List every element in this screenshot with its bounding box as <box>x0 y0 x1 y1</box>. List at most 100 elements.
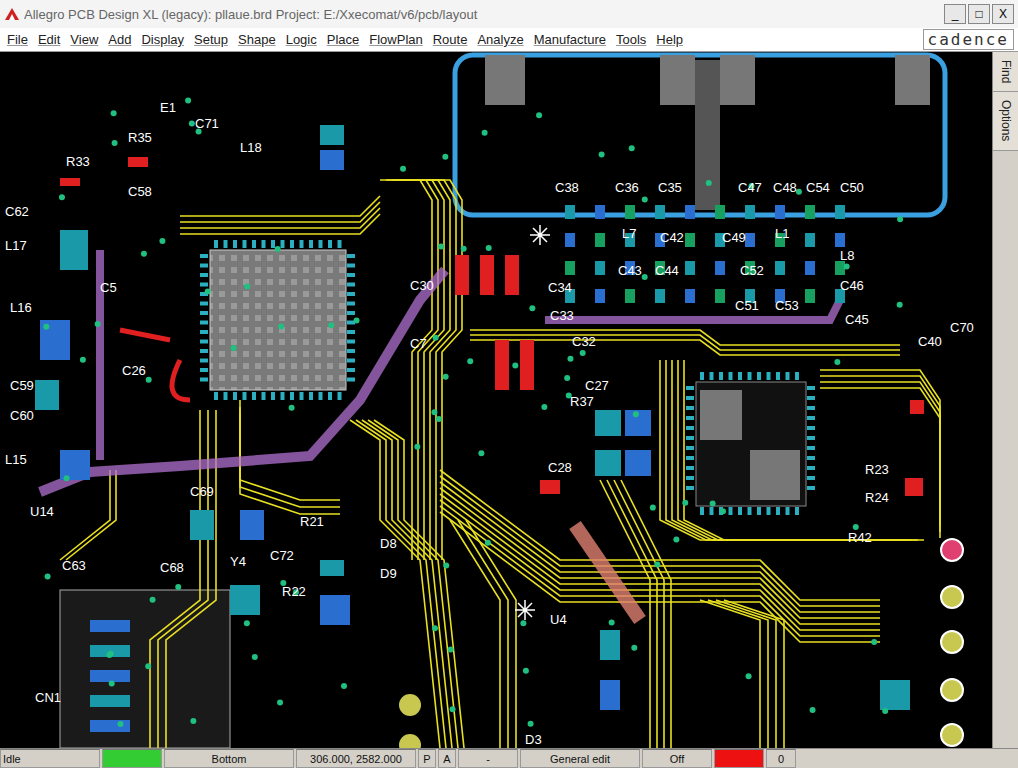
board-label[interactable]: C50 <box>840 180 864 195</box>
board-label[interactable]: C71 <box>195 116 219 131</box>
board-label[interactable]: C34 <box>548 280 572 295</box>
board-label[interactable]: C32 <box>572 334 596 349</box>
board-label[interactable]: C52 <box>740 263 764 278</box>
menu-item[interactable]: Add <box>103 30 136 49</box>
pcb-canvas[interactable]: E1 C71 R35 R33 C58 C62 L17 C5 L16 C59 C60 L15 U14 C63… <box>0 52 992 748</box>
board-label[interactable]: C45 <box>845 312 869 327</box>
via <box>650 505 656 511</box>
via <box>882 708 888 714</box>
board-label[interactable]: L8 <box>840 248 854 263</box>
menu-item[interactable]: Logic <box>281 30 322 49</box>
board-label[interactable]: R35 <box>128 130 152 145</box>
via <box>467 358 473 364</box>
board-label[interactable]: C35 <box>658 180 682 195</box>
window-control-button[interactable]: □ <box>968 4 990 24</box>
via <box>654 561 660 567</box>
board-label[interactable]: C36 <box>615 180 639 195</box>
board-label[interactable]: Y4 <box>230 554 246 569</box>
via <box>450 706 456 712</box>
board-label[interactable]: C51 <box>735 298 759 313</box>
side-tab[interactable]: Find <box>993 52 1018 92</box>
board-label[interactable]: U14 <box>30 504 54 519</box>
board-label[interactable]: D3 <box>525 732 542 747</box>
menu-item[interactable]: Edit <box>33 30 65 49</box>
menu-item[interactable]: View <box>65 30 103 49</box>
board-label[interactable]: R21 <box>300 514 324 529</box>
via <box>564 375 570 381</box>
board-label[interactable]: L15 <box>5 452 27 467</box>
board-label[interactable]: R33 <box>66 154 90 169</box>
menu-item[interactable]: Analyze <box>472 30 528 49</box>
menu-item[interactable]: Place <box>322 30 365 49</box>
menu-item[interactable]: Shape <box>233 30 281 49</box>
board-label[interactable]: C54 <box>806 180 830 195</box>
board-label[interactable]: C62 <box>5 204 29 219</box>
board-label[interactable]: C27 <box>585 378 609 393</box>
menu-item[interactable]: File <box>2 30 33 49</box>
board-label[interactable]: D8 <box>380 536 397 551</box>
board-label[interactable]: C26 <box>122 363 146 378</box>
via <box>95 321 101 327</box>
board-label[interactable]: R24 <box>865 490 889 505</box>
board-label[interactable]: R37 <box>570 394 594 409</box>
board-label[interactable]: C28 <box>548 460 572 475</box>
board-label[interactable]: CN1 <box>35 690 61 705</box>
board-label[interactable]: R23 <box>865 462 889 477</box>
board-label[interactable]: C48 <box>773 180 797 195</box>
board-label[interactable]: C7 <box>410 336 427 351</box>
board-label[interactable]: C60 <box>10 408 34 423</box>
board-label[interactable]: C53 <box>775 298 799 313</box>
board-label[interactable]: C59 <box>10 378 34 393</box>
side-tab[interactable]: Options <box>993 92 1018 150</box>
board-label[interactable]: C72 <box>270 548 294 563</box>
menu-item[interactable]: Display <box>136 30 189 49</box>
menu-item[interactable]: Tools <box>611 30 651 49</box>
board-label[interactable]: C58 <box>128 184 152 199</box>
board-label[interactable]: C42 <box>660 230 684 245</box>
board-label[interactable]: C70 <box>950 320 974 335</box>
board-label[interactable]: C30 <box>410 278 434 293</box>
board-label[interactable]: C46 <box>840 278 864 293</box>
bga-chip[interactable] <box>210 250 346 390</box>
pad <box>35 380 59 410</box>
qfn-chip[interactable] <box>696 382 806 506</box>
board-label[interactable]: C63 <box>62 558 86 573</box>
board-label[interactable]: R42 <box>848 530 872 545</box>
board-label[interactable]: C47 <box>738 180 762 195</box>
via <box>80 357 86 363</box>
board-label[interactable]: E1 <box>160 100 176 115</box>
board-label[interactable]: C69 <box>190 484 214 499</box>
window-control-button[interactable]: _ <box>944 4 966 24</box>
menu-item[interactable]: Help <box>651 30 688 49</box>
board-label[interactable]: L18 <box>240 140 262 155</box>
board-label[interactable]: L17 <box>5 238 27 253</box>
pad <box>905 478 923 496</box>
via <box>433 335 439 341</box>
board-label[interactable]: C43 <box>618 263 642 278</box>
board-label[interactable]: D9 <box>380 566 397 581</box>
pad <box>835 205 845 219</box>
pad <box>520 340 534 390</box>
trace <box>180 208 380 228</box>
via <box>599 151 605 157</box>
pad <box>320 595 350 625</box>
board-label[interactable]: L7 <box>622 226 636 241</box>
via <box>43 324 49 330</box>
board-label[interactable]: C38 <box>555 180 579 195</box>
board-label[interactable]: R22 <box>282 584 306 599</box>
board-label[interactable]: L1 <box>775 226 789 241</box>
window-control-button[interactable]: X <box>992 4 1014 24</box>
board-label[interactable]: U4 <box>550 612 567 627</box>
trace <box>450 520 500 748</box>
board-label[interactable]: C68 <box>160 560 184 575</box>
menu-item[interactable]: Route <box>428 30 473 49</box>
board-label[interactable]: L16 <box>10 300 32 315</box>
board-label[interactable]: C44 <box>655 263 679 278</box>
board-label[interactable]: C49 <box>722 230 746 245</box>
menu-item[interactable]: Setup <box>189 30 233 49</box>
board-label[interactable]: C5 <box>100 280 117 295</box>
board-label[interactable]: C33 <box>550 308 574 323</box>
menu-item[interactable]: Manufacture <box>529 30 611 49</box>
board-label[interactable]: C40 <box>918 334 942 349</box>
menu-item[interactable]: FlowPlan <box>364 30 427 49</box>
